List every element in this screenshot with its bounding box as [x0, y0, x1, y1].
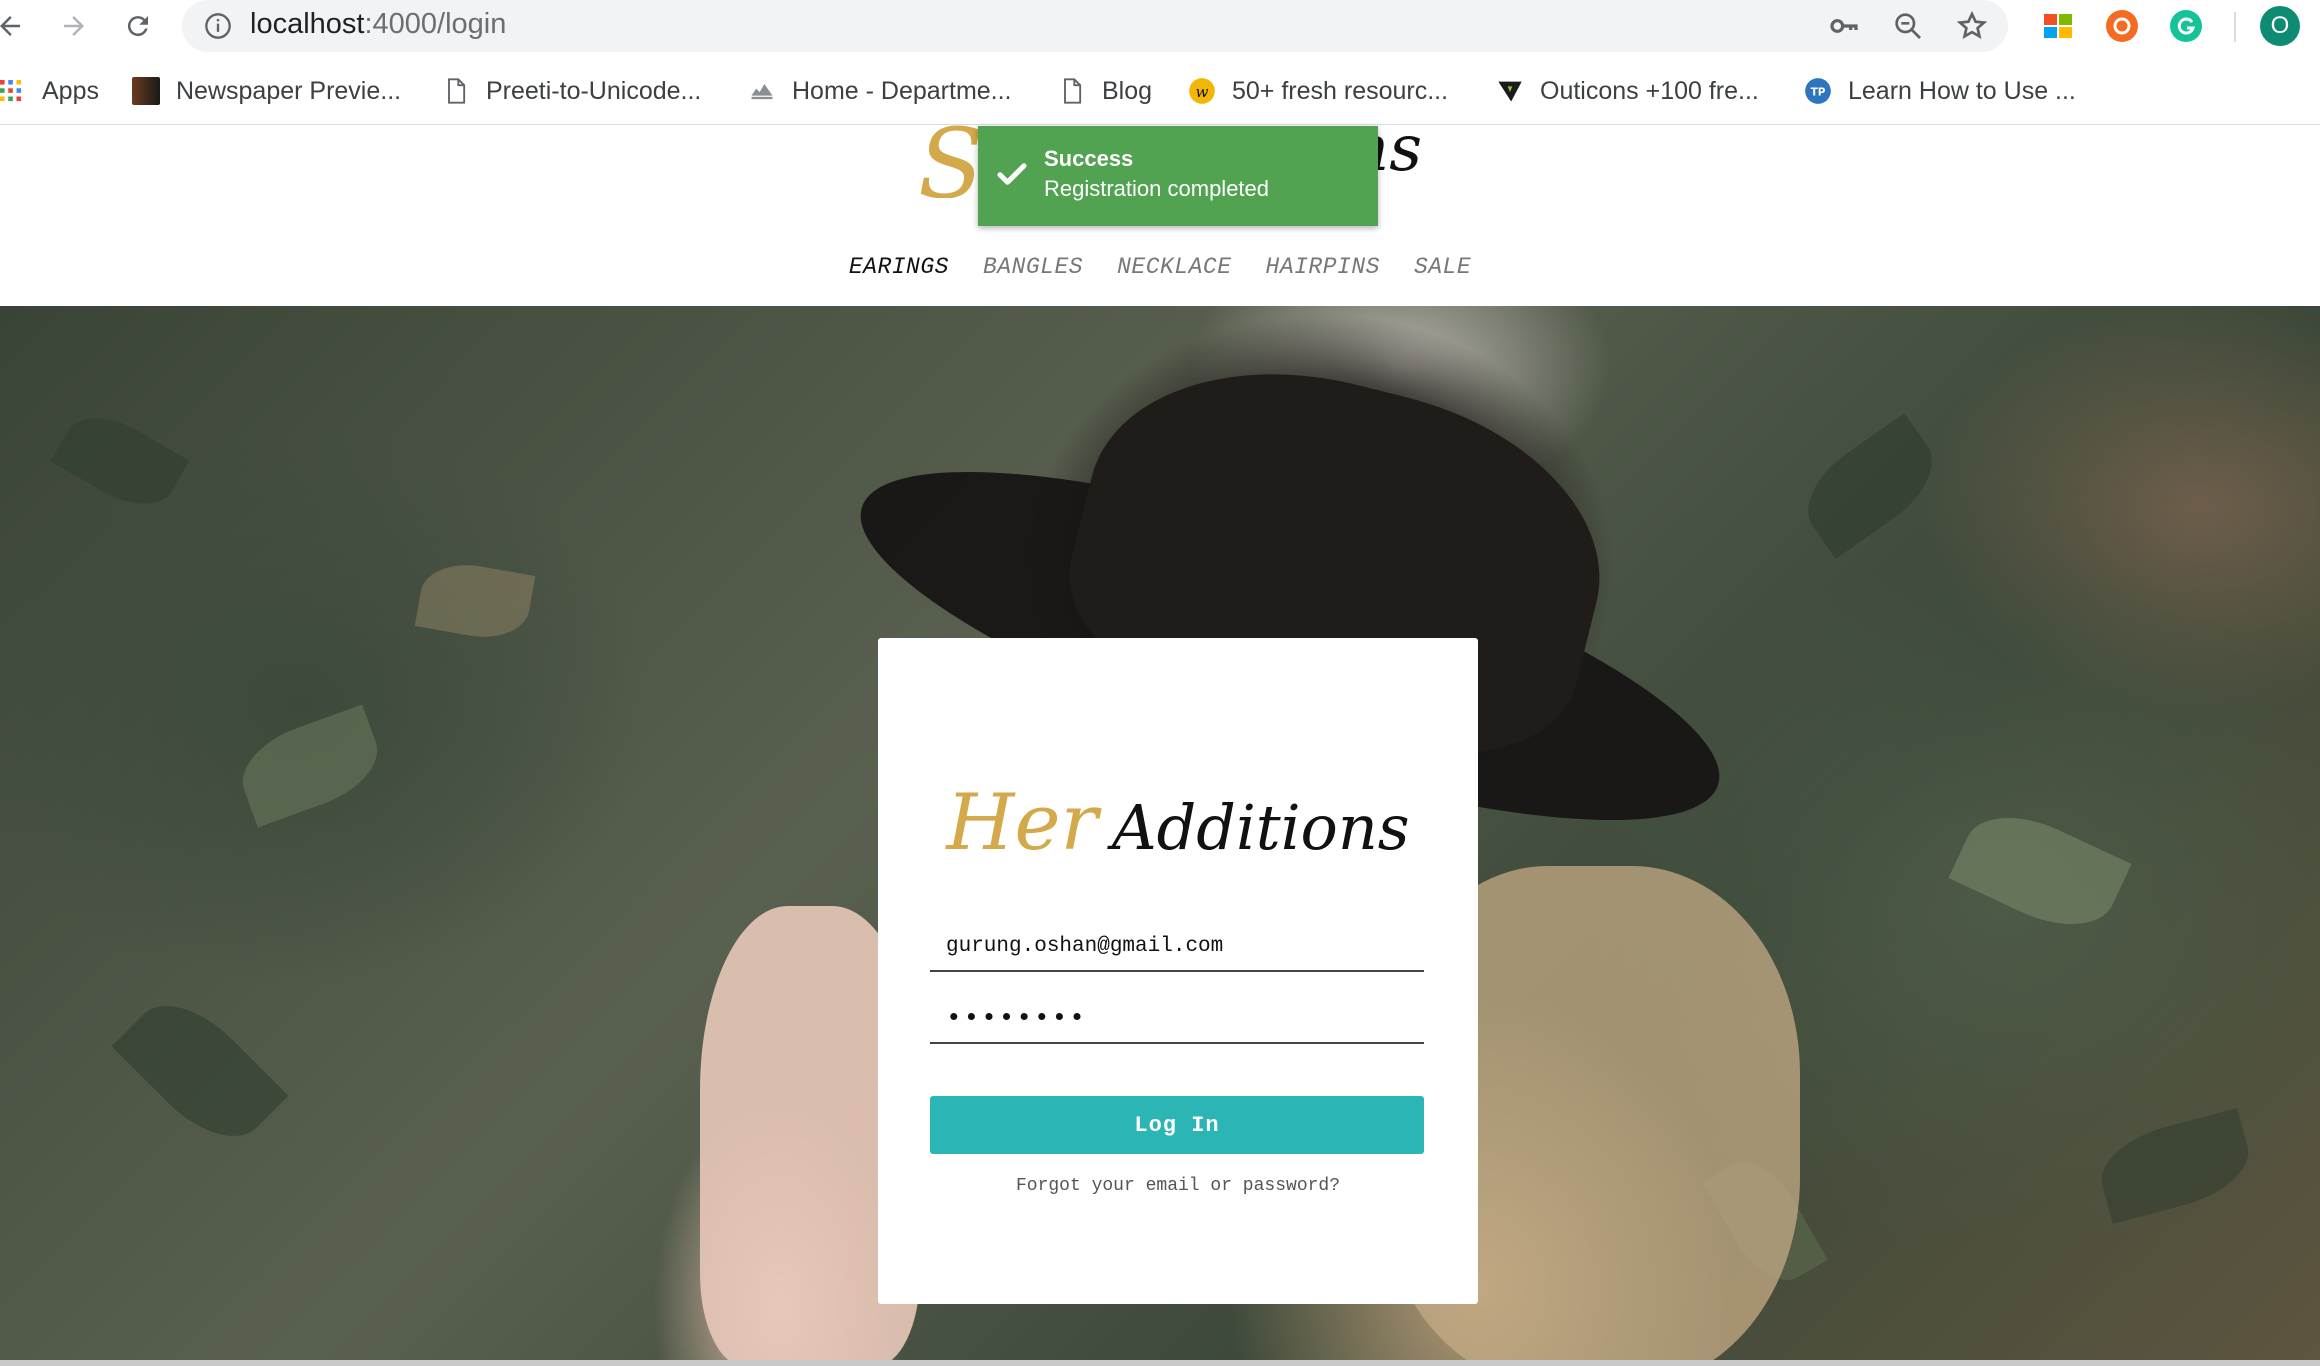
checkmark-icon	[997, 163, 1027, 185]
bookmark-label: Preeti-to-Unicode...	[486, 76, 702, 105]
url-host: localhost	[250, 8, 365, 40]
bookmark-preeti[interactable]: Preeti-to-Unicode...	[442, 74, 701, 108]
bookmark-label: Apps	[42, 76, 99, 105]
toast-title: Success	[1044, 146, 1134, 171]
back-arrow-icon	[0, 16, 20, 36]
success-toast[interactable]: Success Registration completed	[978, 126, 1378, 226]
bookmark-outicons[interactable]: Outicons +100 fre...	[1496, 74, 1759, 108]
bookmark-tp[interactable]: TP Learn How to Use ...	[1804, 74, 2076, 108]
reload-button[interactable]	[120, 8, 156, 44]
email-field[interactable]	[930, 922, 1424, 972]
leaf-shape	[1789, 413, 1951, 559]
bookmark-label: 50+ fresh resourc...	[1232, 76, 1449, 105]
back-button[interactable]	[0, 8, 28, 44]
brand-logo: Her Additions	[878, 778, 1478, 868]
toolbar-divider	[2234, 12, 2236, 42]
url-path: :4000/login	[364, 8, 507, 40]
brand-logo-part1: Her	[946, 778, 1098, 868]
forgot-credentials-link[interactable]: Forgot your email or password?	[878, 1176, 1478, 1196]
main-menu: EARINGS BANGLES NECKLACE HAIRPINS SALE	[0, 254, 2320, 280]
bookmark-resources[interactable]: w 50+ fresh resourc...	[1188, 74, 1448, 108]
tp-favicon: TP	[1805, 78, 1831, 104]
leaf-shape	[111, 982, 289, 1160]
reload-icon	[127, 16, 148, 37]
login-button[interactable]: Log In	[930, 1096, 1424, 1154]
leaf-shape	[414, 556, 536, 646]
leaf-shape	[2092, 1107, 2258, 1225]
toast-message: Registration completed	[1044, 176, 1270, 201]
address-bar[interactable]: localhost:4000/login	[182, 0, 2008, 52]
svg-text:TP: TP	[1811, 87, 1826, 99]
leaf-shape	[1948, 796, 2132, 946]
forward-arrow-icon	[64, 16, 84, 36]
extension-windows-icon[interactable]	[2042, 10, 2074, 42]
menu-item-bangles[interactable]: BANGLES	[983, 254, 1083, 280]
outicons-favicon	[1498, 81, 1522, 102]
bookmarks-bar: Apps Newspaper Previe... Preeti-to-Unico…	[0, 66, 2320, 116]
header-logo-part1: S	[918, 118, 984, 198]
bookmark-blog[interactable]: Blog	[1058, 74, 1152, 108]
bookmark-label: Newspaper Previe...	[176, 76, 402, 105]
svg-text:w: w	[1196, 83, 1209, 101]
info-icon[interactable]	[204, 12, 232, 40]
resources-favicon: w	[1189, 78, 1215, 104]
page-icon	[448, 78, 466, 104]
profile-avatar[interactable]: O	[2260, 6, 2300, 46]
forward-button[interactable]	[56, 8, 92, 44]
menu-item-earings[interactable]: EARINGS	[849, 254, 949, 280]
bookmark-label: Home - Departme...	[792, 76, 1012, 105]
menu-item-sale[interactable]: SALE	[1414, 254, 1471, 280]
bookmark-department[interactable]: Home - Departme...	[748, 74, 1012, 108]
extension-grammarly-icon[interactable]	[2170, 10, 2202, 42]
zoom-out-icon[interactable]	[1892, 10, 1924, 42]
password-field[interactable]	[930, 994, 1424, 1044]
menu-item-necklace[interactable]: NECKLACE	[1117, 254, 1231, 280]
bookmark-newspaper[interactable]: Newspaper Previe...	[132, 74, 401, 108]
apps-grid-icon	[0, 80, 22, 102]
page-icon	[1064, 78, 1082, 104]
login-card: HerAdditions Log In Forgot your email or…	[878, 638, 1478, 1304]
menu-item-hairpins[interactable]: HAIRPINS	[1266, 254, 1380, 280]
key-icon[interactable]	[1828, 10, 1860, 42]
leaf-shape	[230, 704, 390, 828]
bookmark-star-icon[interactable]	[1956, 10, 1988, 42]
bookmark-apps[interactable]: Apps	[0, 74, 99, 108]
newspaper-favicon	[132, 77, 160, 105]
extension-lifebuoy-icon[interactable]	[2106, 10, 2138, 42]
department-favicon	[751, 84, 773, 100]
leaf-shape	[50, 400, 190, 522]
browser-chrome: localhost:4000/login O Apps Newspaper Pr…	[0, 0, 2320, 125]
bookmark-label: Blog	[1102, 76, 1153, 105]
page-bottom-edge	[0, 1360, 2320, 1366]
bookmark-label: Outicons +100 fre...	[1540, 76, 1759, 105]
brand-logo-part2: Additions	[1111, 791, 1410, 864]
url-text[interactable]: localhost:4000/login	[250, 8, 506, 41]
bookmark-label: Learn How to Use ...	[1848, 76, 2076, 105]
